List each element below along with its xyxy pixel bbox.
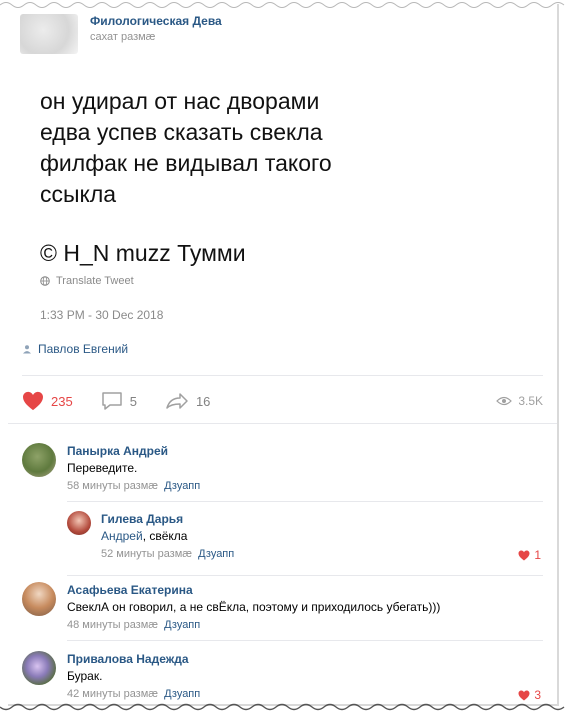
comment-body: Асафьева Екатерина СвеклА он говорил, а … — [67, 582, 440, 634]
heart-icon — [23, 391, 43, 411]
author-block: Филологическая Дева сахат размæ — [90, 14, 222, 45]
divider — [67, 501, 543, 502]
user-icon — [23, 345, 31, 354]
share-icon — [166, 393, 188, 409]
reply-button[interactable]: Дзуапп — [164, 619, 200, 631]
views-count: 3.5K — [518, 394, 543, 408]
reply-button[interactable]: Дзуапп — [198, 548, 234, 560]
torn-edge-bottom — [0, 703, 565, 711]
tweet-credit: © H_N muzz Тумми — [40, 240, 246, 266]
heart-icon — [518, 690, 530, 700]
commenter-name[interactable]: Асафьева Екатерина — [67, 582, 440, 598]
commenter-avatar[interactable] — [67, 511, 91, 535]
like-count: 235 — [51, 393, 73, 409]
comment-meta: 48 минуты размæ Дзуапп — [67, 616, 440, 634]
comment-body: Гилева Дарья Андрей, свёкла 52 минуты ра… — [101, 511, 234, 563]
commenter-avatar[interactable] — [22, 651, 56, 685]
source-name: Павлов Евгений — [38, 342, 129, 356]
share-count: 16 — [195, 393, 211, 409]
comment-like-button[interactable]: 3 — [518, 688, 541, 702]
reply-button[interactable]: Дзуапп — [164, 688, 200, 700]
translate-label: Translate Tweet — [56, 275, 134, 287]
tweet-text: он удирал от нас дворами едва успев сказ… — [40, 88, 332, 207]
divider — [8, 423, 557, 424]
comment-item: Асафьева Екатерина СвеклА он говорил, а … — [22, 582, 440, 634]
source-author[interactable]: Павлов Евгений — [22, 342, 128, 356]
comment-meta: 42 минуты размæ Дзуапп — [67, 685, 200, 703]
reply-button[interactable]: Дзуапп — [164, 480, 200, 492]
share-button[interactable]: 16 — [165, 391, 210, 411]
comment-body: Панырка Андрей Переведите. 58 минуты раз… — [67, 443, 200, 495]
post-time[interactable]: сахат размæ — [90, 29, 222, 45]
comment-text-rest: , свёкла — [142, 529, 188, 543]
like-button[interactable]: 235 — [22, 391, 73, 411]
commenter-name[interactable]: Привалова Надежда — [67, 651, 200, 667]
comment-like-button[interactable]: 1 — [518, 548, 541, 562]
eye-icon — [496, 396, 513, 406]
mention-link[interactable]: Андрей — [101, 529, 143, 543]
comment-text: Переведите. — [67, 461, 138, 475]
comment-icon — [101, 392, 122, 410]
comment-like-count: 1 — [534, 548, 541, 562]
author-avatar[interactable] — [20, 14, 78, 54]
comment-body: Привалова Надежда Бурак. 42 минуты размæ… — [67, 651, 200, 703]
commenter-name[interactable]: Гилева Дарья — [101, 511, 234, 527]
heart-icon — [518, 550, 530, 560]
comment-text: СвеклА он говорил, а не свЁкла, поэтому … — [67, 600, 441, 614]
post-actions: 235 5 16 3.5K — [22, 387, 543, 415]
post-card: Филологическая Дева сахат размæ он удира… — [8, 4, 559, 706]
divider — [67, 575, 543, 576]
comment-button[interactable]: 5 — [101, 391, 137, 411]
comment-text: Бурак. — [67, 669, 103, 683]
comment-time[interactable]: 42 минуты размæ — [67, 688, 158, 700]
post-header: Филологическая Дева сахат размæ — [20, 14, 222, 54]
comment-text: Андрей, свёкла — [101, 527, 234, 545]
translate-tweet[interactable]: Translate Tweet — [40, 275, 134, 287]
comment-time[interactable]: 48 минуты размæ — [67, 619, 158, 631]
commenter-avatar[interactable] — [22, 582, 56, 616]
globe-icon — [40, 276, 50, 286]
comment-item: Привалова Надежда Бурак. 42 минуты размæ… — [22, 651, 200, 703]
divider — [67, 640, 543, 641]
comment-meta: 52 минуты размæ Дзуапп — [101, 545, 234, 563]
comment-time[interactable]: 52 минуты размæ — [101, 548, 192, 560]
comment-like-count: 3 — [534, 688, 541, 702]
commenter-name[interactable]: Панырка Андрей — [67, 443, 200, 459]
comment-meta: 58 минуты размæ Дзуапп — [67, 477, 200, 495]
torn-edge-top — [0, 2, 565, 8]
comment-time[interactable]: 58 минуты размæ — [67, 480, 158, 492]
comment-count: 5 — [129, 393, 137, 409]
comment-item: Панырка Андрей Переведите. 58 минуты раз… — [22, 443, 200, 495]
comment-reply-item: Гилева Дарья Андрей, свёкла 52 минуты ра… — [67, 511, 234, 563]
views-counter: 3.5K — [496, 394, 543, 408]
divider — [22, 375, 543, 376]
commenter-avatar[interactable] — [22, 443, 56, 477]
author-name[interactable]: Филологическая Дева — [90, 14, 222, 29]
tweet-timestamp: 1:33 PM - 30 Dec 2018 — [40, 308, 164, 322]
